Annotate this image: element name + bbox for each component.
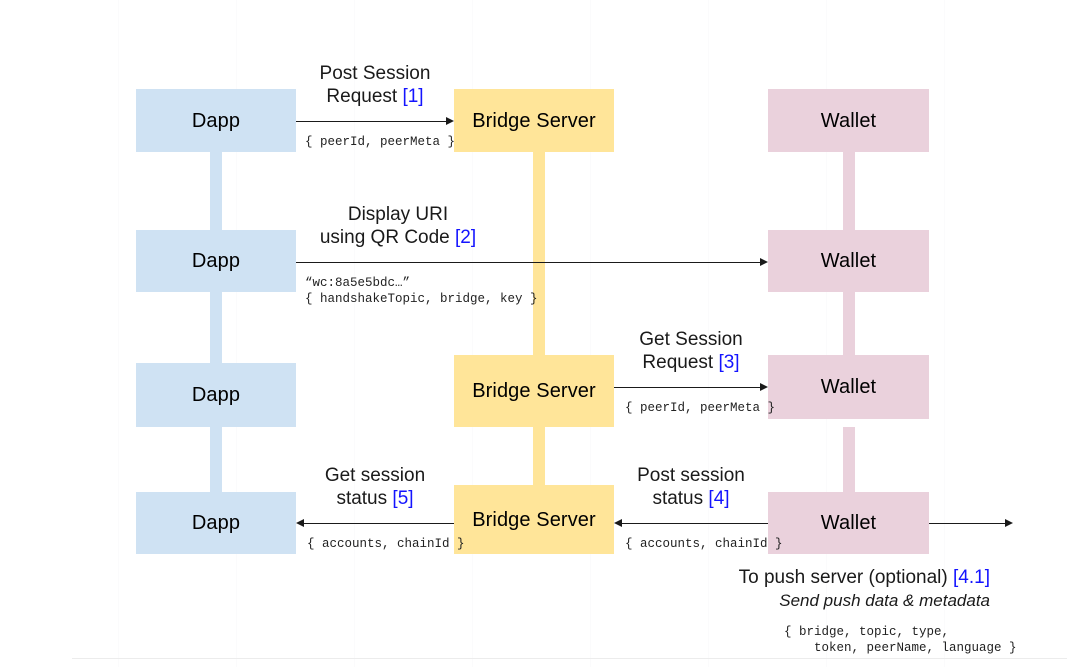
message-label-1-line2: Request [1] — [326, 86, 424, 107]
node-dapp-row4[interactable]: Dapp — [136, 492, 296, 554]
push-note-payload-line2: token, peerName, language } — [784, 641, 1017, 655]
arrowhead-right-icon — [446, 117, 454, 125]
node-label: Dapp — [191, 109, 241, 132]
node-label: Dapp — [191, 512, 241, 534]
message-label-4-line2: status [4] — [652, 488, 730, 509]
node-label: Bridge Server — [472, 109, 596, 132]
push-note-title: To push server (optional) [4.1] — [738, 567, 990, 588]
message-label-5: Get session status [5] — [302, 464, 448, 510]
arrowhead-left-icon — [614, 519, 622, 527]
payload-1: { peerId, peerMeta } — [305, 135, 456, 149]
lifeline-dapp — [210, 151, 222, 231]
payload-2-line2: { handshakeTopic, bridge, key } — [305, 292, 538, 306]
payload-5: { accounts, chainId } — [307, 537, 465, 551]
push-note-payload-line1: { bridge, topic, type, — [784, 625, 950, 639]
node-wallet-row1[interactable]: Wallet — [768, 89, 929, 152]
arrowhead-right-icon — [760, 383, 768, 391]
node-dapp-row1[interactable]: Dapp — [136, 89, 296, 152]
arrowhead-right-icon — [1005, 519, 1013, 527]
node-wallet-row2[interactable]: Wallet — [768, 230, 929, 292]
node-label: Wallet — [820, 250, 877, 272]
node-label: Wallet — [820, 109, 877, 132]
step-number-5: [5] — [392, 488, 414, 509]
push-note-subtitle: Send push data & metadata — [779, 591, 990, 610]
payload-4: { accounts, chainId } — [625, 537, 783, 551]
message-label-1-line1: Post Session — [319, 63, 431, 84]
message-label-3-line2: Request [3] — [642, 352, 740, 373]
arrow-get-session-status — [304, 523, 454, 524]
lifeline-bridge — [533, 151, 545, 364]
arrowhead-left-icon — [296, 519, 304, 527]
arrowhead-right-icon — [760, 258, 768, 266]
node-label: Dapp — [191, 250, 241, 272]
step-number-1: [1] — [402, 86, 424, 107]
arrow-post-session-request — [296, 121, 446, 122]
lifeline-wallet — [843, 427, 855, 493]
node-bridge-row3[interactable]: Bridge Server — [454, 355, 614, 427]
message-label-4-line1: Post session — [637, 465, 745, 486]
message-label-5-line2: status [5] — [336, 488, 414, 509]
step-number-4-1: [4.1] — [953, 567, 990, 588]
lifeline-wallet — [843, 151, 855, 231]
message-label-3: Get Session Request [3] — [618, 328, 764, 374]
arrow-get-session-request — [614, 387, 760, 388]
arrow-post-session-status — [622, 523, 768, 524]
node-label: Bridge Server — [472, 380, 596, 402]
lifeline-dapp — [210, 292, 222, 364]
node-dapp-row3[interactable]: Dapp — [136, 363, 296, 427]
payload-2-line1: “wc:8a5e5bdc…” — [305, 276, 411, 290]
background-band — [118, 0, 119, 667]
lifeline-dapp — [210, 427, 222, 493]
node-label: Dapp — [191, 384, 241, 406]
diagram-canvas: Dapp Bridge Server Wallet Post Session R… — [0, 0, 1067, 667]
step-number-2: [2] — [455, 227, 477, 248]
node-label: Bridge Server — [472, 508, 596, 531]
node-bridge-row1[interactable]: Bridge Server — [454, 89, 614, 152]
node-dapp-row2[interactable]: Dapp — [136, 230, 296, 292]
node-label: Wallet — [820, 512, 877, 534]
message-label-5-line1: Get session — [324, 465, 426, 486]
arrow-to-push-server — [929, 523, 1005, 524]
step-number-4: [4] — [708, 488, 730, 509]
step-number-3: [3] — [718, 352, 740, 373]
node-label: Wallet — [820, 376, 877, 398]
lifeline-wallet — [843, 292, 855, 364]
node-bridge-row4[interactable]: Bridge Server — [454, 485, 614, 554]
lifeline-bridge — [533, 427, 545, 493]
message-label-4: Post session status [4] — [618, 464, 764, 510]
message-label-2-line1: Display URI — [347, 204, 449, 225]
arrow-display-uri — [296, 262, 760, 263]
message-label-2-line2: using QR Code [2] — [319, 227, 477, 248]
node-wallet-row3[interactable]: Wallet — [768, 355, 929, 419]
message-label-1: Post Session Request [1] — [302, 62, 448, 108]
message-label-2: Display URI using QR Code [2] — [300, 203, 496, 249]
node-wallet-row4[interactable]: Wallet — [768, 492, 929, 554]
payload-3: { peerId, peerMeta } — [625, 401, 776, 415]
bottom-divider — [72, 658, 1067, 659]
message-label-3-line1: Get Session — [639, 329, 743, 350]
